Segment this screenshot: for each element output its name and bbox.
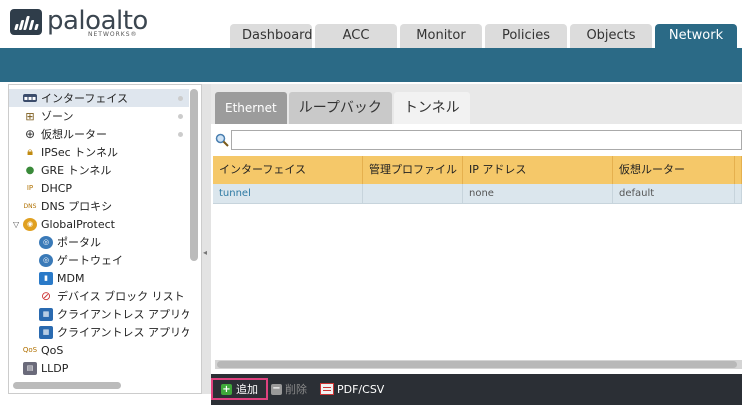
app-header: paloalto NETWORKS® Dashboard ACC Monitor… <box>0 0 742 48</box>
sidebar-item-label: デバイス ブロック リスト <box>57 290 185 303</box>
main-tabs: Dashboard ACC Monitor Policies Objects N… <box>230 24 737 48</box>
col-more[interactable] <box>735 156 742 184</box>
table-row[interactable]: tunnel none default <box>213 184 742 204</box>
lldp-icon: ▤ <box>23 361 37 375</box>
sidebar-item-label: GRE トンネル <box>41 164 112 177</box>
dhcp-icon: IP <box>26 184 34 192</box>
tab-ethernet[interactable]: Ethernet <box>215 92 287 124</box>
pdf-icon <box>320 383 334 395</box>
cell-more <box>735 184 742 204</box>
sub-tabs: Ethernet ループバック トンネル <box>215 92 470 124</box>
cell-interface-link[interactable]: tunnel <box>213 184 363 204</box>
mdm-icon: ▮ <box>39 271 53 285</box>
sidebar-item-label: 仮想ルーター <box>41 128 107 141</box>
sidebar-item-dns-proxy[interactable]: DNS DNS プロキシ <box>9 197 189 215</box>
tab-objects[interactable]: Objects <box>570 24 652 48</box>
table-header: インターフェイス 管理プロファイル IP アドレス 仮想ルーター <box>213 156 742 184</box>
cell-mgmt-profile <box>363 184 463 204</box>
add-button[interactable]: + 追加 <box>211 378 268 400</box>
portal-icon: ◎ <box>39 235 53 249</box>
header-band <box>0 48 742 82</box>
sidebar-item-mdm[interactable]: ▮ MDM <box>9 269 189 287</box>
tab-monitor[interactable]: Monitor <box>400 24 482 48</box>
dns-icon: DNS <box>23 202 37 210</box>
sidebar-tree: ▪▪▪ インターフェイス ⊞ ゾーン ⊕ 仮想ルーター 🔒︎ IPSec トンネ… <box>9 89 189 377</box>
tab-acc[interactable]: ACC <box>315 24 397 48</box>
sidebar: ▪▪▪ インターフェイス ⊞ ゾーン ⊕ 仮想ルーター 🔒︎ IPSec トンネ… <box>8 84 202 394</box>
tab-loopback[interactable]: ループバック <box>288 92 392 124</box>
tab-policies[interactable]: Policies <box>485 24 567 48</box>
sidebar-item-label: MDM <box>57 271 85 285</box>
sidebar-item-label: クライアントレス アプリケ <box>57 326 189 339</box>
sidebar-horizontal-scrollbar[interactable] <box>13 382 121 389</box>
cell-virtual-router: default <box>613 184 735 204</box>
sidebar-item-dhcp[interactable]: IP DHCP <box>9 179 189 197</box>
search-row <box>215 130 742 150</box>
sidebar-item-portal[interactable]: ◎ ポータル <box>9 233 189 251</box>
sidebar-item-label: DNS プロキシ <box>41 200 113 213</box>
collapse-arrow-icon[interactable]: ◂ <box>203 248 207 257</box>
sidebar-item-label: LLDP <box>41 361 69 375</box>
sidebar-vertical-scrollbar[interactable] <box>190 89 198 261</box>
clientless-app-icon: ▦ <box>39 307 53 321</box>
delete-button-label: 削除 <box>285 383 307 396</box>
add-plus-icon: + <box>221 383 232 395</box>
gateway-icon: ◎ <box>39 253 53 267</box>
logo-mark-icon <box>10 9 42 35</box>
sidebar-item-label: QoS <box>41 343 64 357</box>
cell-ip-address: none <box>463 184 613 204</box>
tunnel-panel: インターフェイス 管理プロファイル IP アドレス 仮想ルーター tunnel … <box>211 124 742 381</box>
sidebar-item-label: DHCP <box>41 181 73 195</box>
globalprotect-icon: ◉ <box>23 217 37 231</box>
col-ip-address[interactable]: IP アドレス <box>463 156 613 184</box>
action-toolbar: + 追加 − 削除 PDF/CSV <box>211 374 742 405</box>
export-button-label: PDF/CSV <box>337 382 385 396</box>
tab-tunnel[interactable]: トンネル <box>393 92 470 124</box>
clientless-app-icon: ▦ <box>39 325 53 339</box>
brand-sub: NETWORKS® <box>88 31 138 38</box>
interface-table: インターフェイス 管理プロファイル IP アドレス 仮想ルーター tunnel … <box>213 156 742 204</box>
sidebar-item-device-blocklist[interactable]: ⊘ デバイス ブロック リスト <box>9 287 189 305</box>
gre-tunnel-icon: ● <box>25 164 35 176</box>
search-icon <box>215 133 229 147</box>
col-virtual-router[interactable]: 仮想ルーター <box>613 156 735 184</box>
tab-network[interactable]: Network <box>655 24 737 48</box>
sidebar-item-virtual-routers[interactable]: ⊕ 仮想ルーター <box>9 125 189 143</box>
sidebar-item-clientless-app-groups[interactable]: ▦ クライアントレス アプリケ <box>9 323 189 341</box>
sidebar-item-label: クライアントレス アプリケ <box>57 308 189 321</box>
sidebar-item-gateway[interactable]: ◎ ゲートウェイ <box>9 251 189 269</box>
sidebar-item-label: ゾーン <box>41 110 74 123</box>
sidebar-item-qos[interactable]: QoS QoS <box>9 341 189 359</box>
sidebar-item-zones[interactable]: ⊞ ゾーン <box>9 107 189 125</box>
sidebar-item-lldp[interactable]: ▤ LLDP <box>9 359 189 377</box>
qos-icon: QoS <box>22 346 38 354</box>
col-interface[interactable]: インターフェイス <box>213 156 363 184</box>
search-input[interactable] <box>231 130 742 150</box>
table-horizontal-scrollbar[interactable] <box>215 360 742 369</box>
sidebar-item-label: インターフェイス <box>41 92 129 105</box>
sidebar-item-gre[interactable]: ● GRE トンネル <box>9 161 189 179</box>
sidebar-item-label: IPSec トンネル <box>41 146 118 159</box>
sidebar-item-interfaces[interactable]: ▪▪▪ インターフェイス <box>9 89 189 107</box>
tab-dashboard[interactable]: Dashboard <box>230 24 313 48</box>
col-mgmt-profile[interactable]: 管理プロファイル <box>363 156 463 184</box>
sidebar-item-label: ゲートウェイ <box>57 254 123 267</box>
add-button-label: 追加 <box>236 383 258 396</box>
export-pdf-csv-button[interactable]: PDF/CSV <box>320 378 384 400</box>
sidebar-item-clientless-apps[interactable]: ▦ クライアントレス アプリケ <box>9 305 189 323</box>
sidebar-item-label: ポータル <box>57 236 101 249</box>
sidebar-item-ipsec[interactable]: 🔒︎ IPSec トンネル <box>9 143 189 161</box>
blocklist-icon: ⊘ <box>40 289 52 303</box>
sidebar-splitter[interactable]: ◂ <box>202 84 211 394</box>
ipsec-lock-icon: 🔒︎ <box>27 145 33 158</box>
interface-icon: ▪▪▪ <box>23 94 37 102</box>
collapse-triangle-icon[interactable]: ▽ <box>13 220 23 229</box>
router-icon: ⊕ <box>24 127 36 141</box>
sidebar-item-label: GlobalProtect <box>41 217 115 231</box>
delete-minus-icon: − <box>271 382 282 395</box>
sidebar-item-globalprotect[interactable]: ▽ ◉ GlobalProtect <box>9 215 189 233</box>
delete-button[interactable]: − 削除 <box>271 378 307 400</box>
zone-icon: ⊞ <box>25 109 35 123</box>
content-area: Ethernet ループバック トンネル インターフェイス 管理プロファイル I… <box>211 84 742 405</box>
